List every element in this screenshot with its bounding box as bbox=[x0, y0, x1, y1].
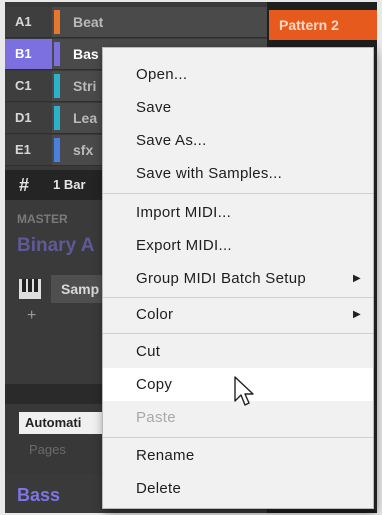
menu-separator bbox=[103, 193, 373, 194]
menu-item-open[interactable]: Open... bbox=[103, 58, 373, 91]
menu-item-delete[interactable]: Delete bbox=[103, 472, 373, 505]
group-slot: A1 bbox=[5, 7, 52, 37]
group-row-a1[interactable]: A1 Beat bbox=[5, 7, 267, 38]
menu-item-save-as[interactable]: Save As... bbox=[103, 124, 373, 157]
group-name: Beat bbox=[73, 14, 104, 30]
menu-item-cut[interactable]: Cut bbox=[103, 335, 373, 368]
add-plus-icon[interactable]: + bbox=[27, 307, 36, 325]
group-color-bar bbox=[54, 138, 60, 162]
menu-item-import-midi[interactable]: Import MIDI... bbox=[103, 196, 373, 229]
group-color-bar bbox=[54, 10, 60, 34]
group-color-bar bbox=[54, 106, 60, 130]
kit-name[interactable]: Binary A bbox=[17, 235, 94, 257]
group-name: Lea bbox=[73, 110, 98, 126]
group-color-bar bbox=[54, 74, 60, 98]
pattern-chip[interactable]: Pattern 2 bbox=[269, 10, 377, 40]
menu-item-save[interactable]: Save bbox=[103, 91, 373, 124]
menu-item-save-with-samples[interactable]: Save with Samples... bbox=[103, 157, 373, 190]
menu-item-label: Color bbox=[136, 306, 174, 323]
group-name: Bas bbox=[73, 46, 99, 62]
menu-separator bbox=[103, 333, 373, 334]
menu-item-label: Group MIDI Batch Setup bbox=[136, 270, 307, 287]
mouse-pointer-icon bbox=[234, 376, 254, 406]
pattern-length-label: 1 Bar bbox=[53, 177, 86, 192]
group-slot: D1 bbox=[5, 103, 52, 133]
chevron-right-icon: ▶ bbox=[353, 309, 361, 320]
pages-label: Pages bbox=[29, 442, 66, 457]
menu-item-group-midi-batch-setup[interactable]: Group MIDI Batch Setup ▶ bbox=[103, 262, 373, 295]
group-name-footer: Bass bbox=[17, 485, 61, 505]
group-color-bar bbox=[54, 42, 60, 66]
menu-separator bbox=[103, 437, 373, 438]
hash-icon: # bbox=[19, 175, 30, 195]
group-slot: C1 bbox=[5, 71, 52, 101]
context-menu: Open... Save Save As... Save with Sample… bbox=[102, 47, 374, 509]
group-slot: E1 bbox=[5, 135, 52, 165]
piano-keys-icon bbox=[17, 277, 43, 301]
group-name: Stri bbox=[73, 78, 97, 94]
menu-item-export-midi[interactable]: Export MIDI... bbox=[103, 229, 373, 262]
menu-item-rename[interactable]: Rename bbox=[103, 439, 373, 472]
group-slot: B1 bbox=[5, 39, 52, 69]
chevron-right-icon: ▶ bbox=[353, 273, 361, 284]
menu-item-color[interactable]: Color ▶ bbox=[103, 298, 373, 331]
group-name: sfx bbox=[73, 142, 94, 158]
automation-button[interactable]: Automati bbox=[19, 412, 114, 434]
master-label: MASTER bbox=[17, 212, 68, 226]
